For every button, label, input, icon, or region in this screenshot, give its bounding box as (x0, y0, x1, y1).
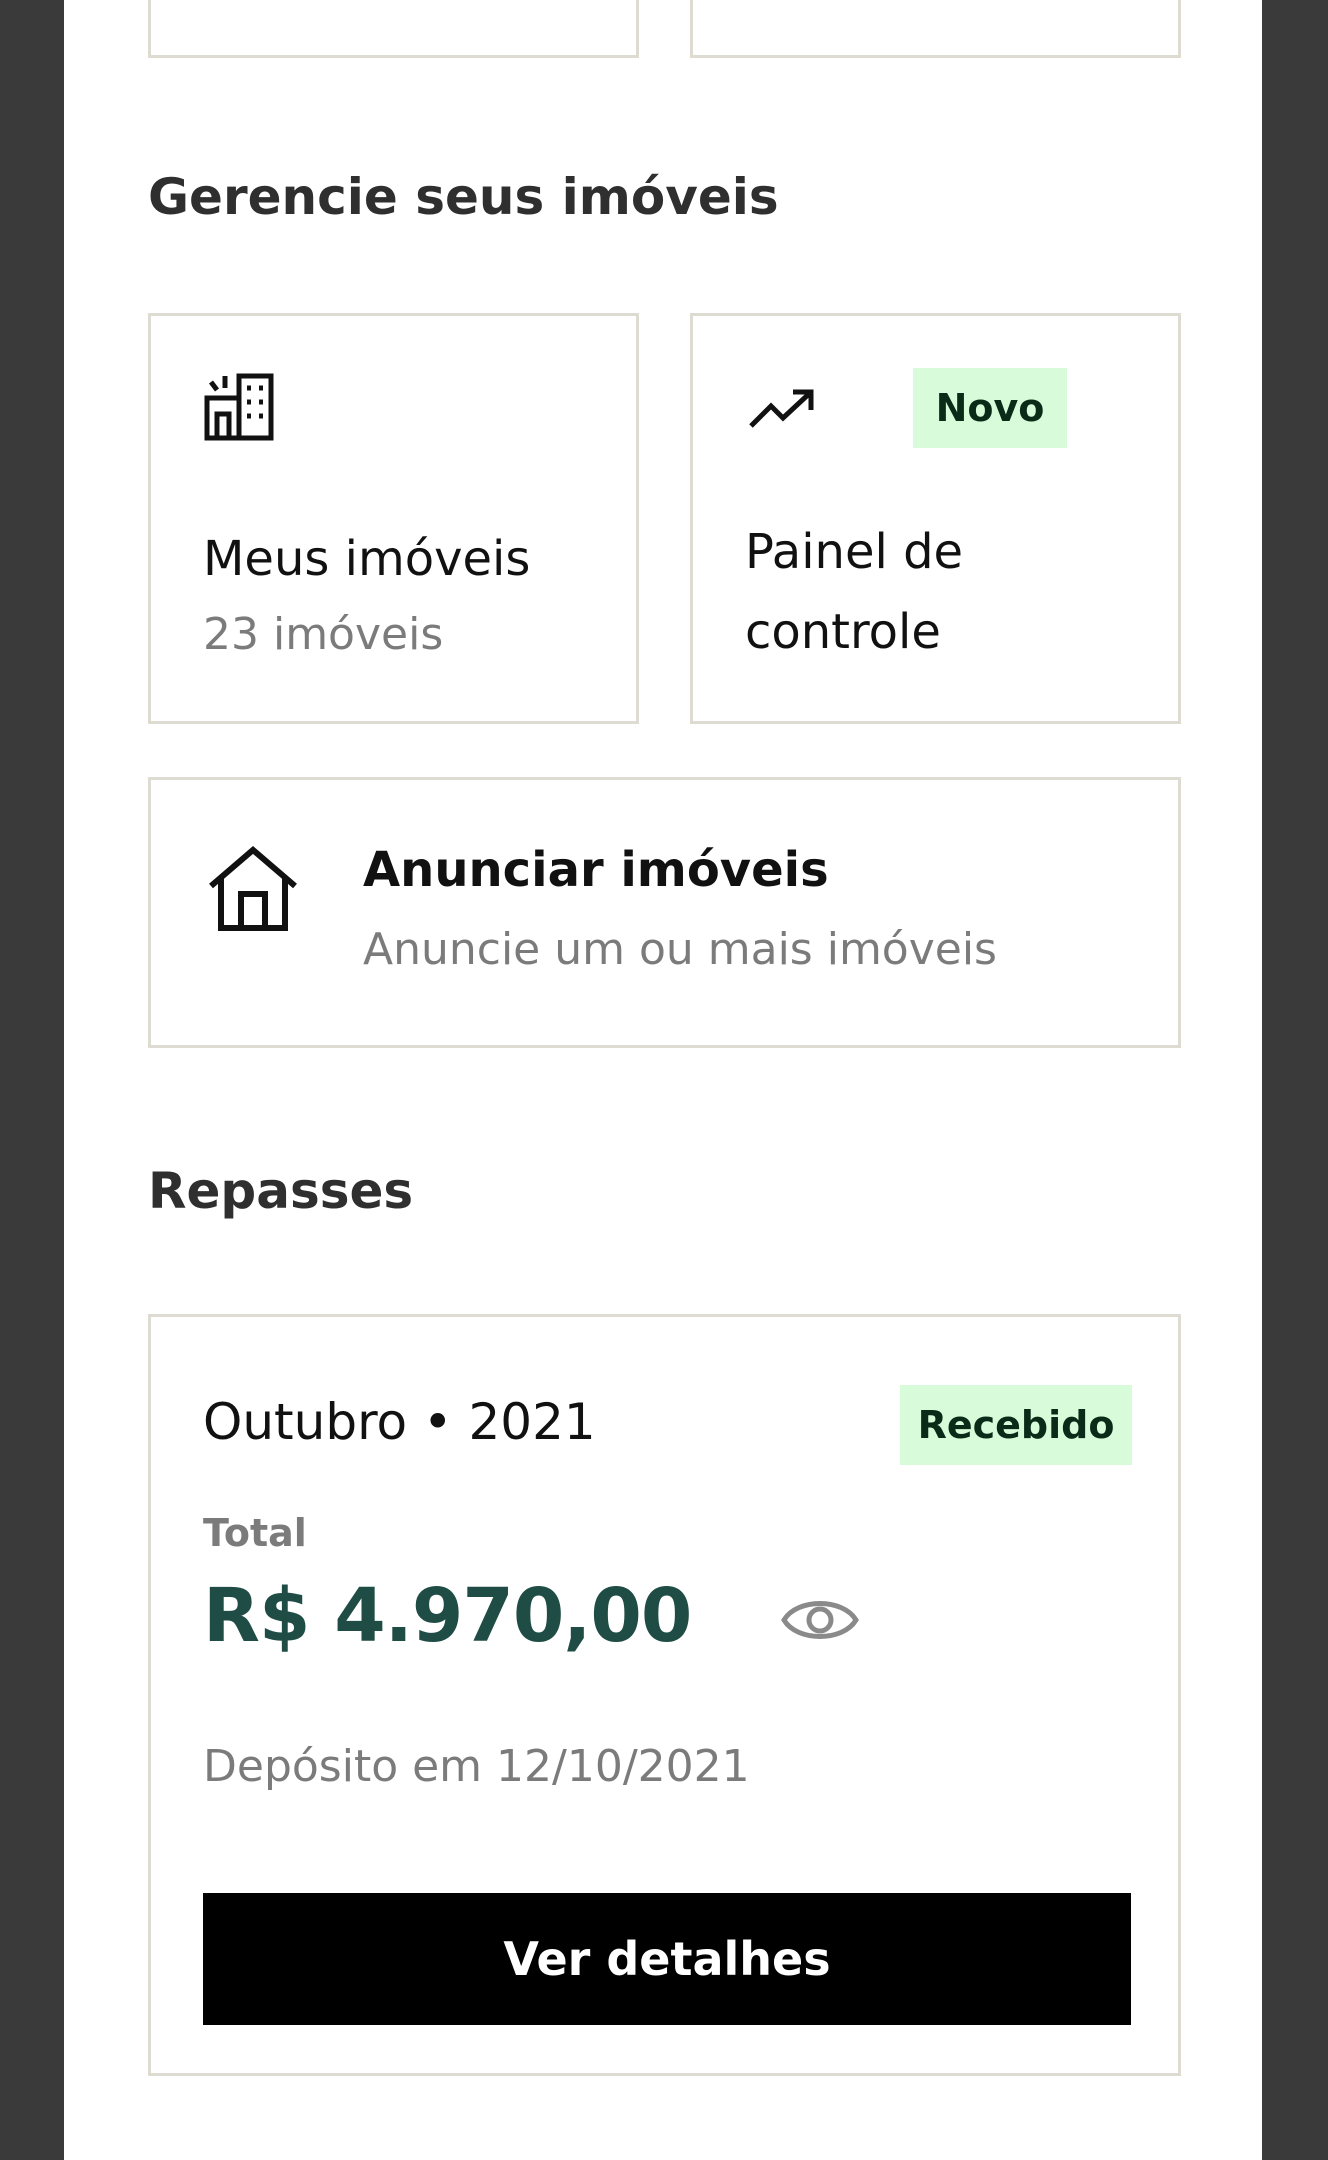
trending-up-icon (749, 386, 815, 434)
payout-year: 2021 (468, 1393, 596, 1451)
eye-icon[interactable] (781, 1591, 859, 1653)
page: Gerencie seus imóveis Meus imóveis 23 im… (64, 0, 1262, 2160)
payouts-section-title: Repasses (148, 1162, 414, 1220)
advertise-subtitle: Anuncie um ou mais imóveis (363, 924, 997, 975)
total-value: R$ 4.970,00 (203, 1573, 692, 1659)
my-properties-card[interactable]: Meus imóveis 23 imóveis (148, 313, 639, 724)
my-properties-count: 23 imóveis (203, 609, 444, 660)
payout-period: Outubro • 2021 (203, 1393, 596, 1451)
dashboard-title-line1: Painel de (745, 524, 964, 580)
my-properties-title: Meus imóveis (203, 531, 531, 587)
payout-month: Outubro (203, 1393, 408, 1451)
payout-separator: • (423, 1393, 453, 1451)
dashboard-card[interactable]: Novo Painel de controle (690, 313, 1181, 724)
total-label: Total (203, 1511, 307, 1555)
status-badge: Recebido (900, 1385, 1132, 1465)
new-badge: Novo (913, 368, 1067, 448)
top-card-left[interactable] (148, 0, 639, 58)
dashboard-title-line2: controle (745, 604, 941, 660)
advertise-title: Anunciar imóveis (363, 842, 829, 898)
top-card-right[interactable] (690, 0, 1181, 58)
deposit-date: Depósito em 12/10/2021 (203, 1741, 750, 1792)
manage-section-title: Gerencie seus imóveis (148, 168, 779, 226)
advertise-card[interactable]: Anunciar imóveis Anuncie um ou mais imóv… (148, 777, 1181, 1048)
house-icon (207, 844, 299, 936)
building-icon (203, 370, 275, 446)
view-details-button[interactable]: Ver detalhes (203, 1893, 1131, 2025)
payout-card: Outubro • 2021 Recebido Total R$ 4.970,0… (148, 1314, 1181, 2076)
